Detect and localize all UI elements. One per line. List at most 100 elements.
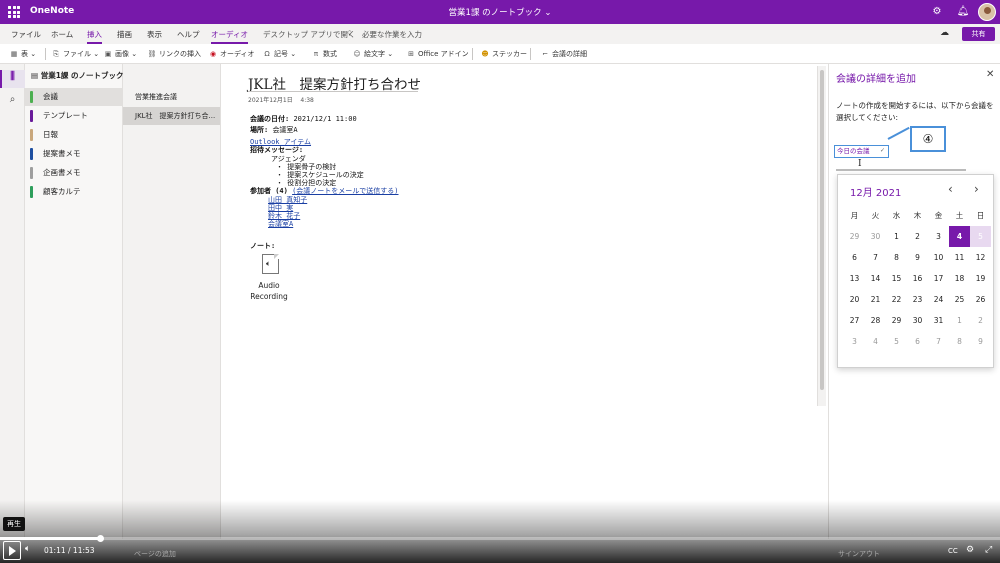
play-button[interactable] (3, 541, 21, 560)
calendar-day[interactable]: 23 (907, 289, 928, 310)
calendar-day[interactable]: 3 (844, 331, 865, 352)
share-button[interactable]: 共有 (962, 27, 995, 41)
calendar-day[interactable]: 5 (970, 226, 991, 247)
note-canvas[interactable] (221, 64, 828, 539)
insert-table-button[interactable]: ▦ 表 ⌄ (9, 49, 36, 59)
calendar-day[interactable]: 27 (844, 310, 865, 331)
insert-link-button[interactable]: ⛓ リンクの挿入 (147, 49, 201, 59)
audio-button[interactable]: ◉ オーディオ (208, 49, 255, 59)
insert-file-button[interactable]: ⎘ ファイル ⌄ (51, 49, 99, 59)
volume-icon[interactable]: 🔈︎ (25, 544, 30, 554)
gear-icon[interactable]: ⚙ (930, 5, 944, 19)
section-templates[interactable]: テンプレート (25, 107, 123, 125)
canvas-scrollbar[interactable] (817, 66, 826, 406)
calendar-day[interactable]: 6 (907, 331, 928, 352)
calendar-day[interactable]: 2 (970, 310, 991, 331)
chevron-right-icon[interactable]: › (974, 182, 979, 196)
tab-draw[interactable]: 描画 (117, 29, 132, 40)
section-customer-records[interactable]: 顧客カルテ (25, 183, 123, 201)
calendar-day[interactable]: 7 (928, 331, 949, 352)
tab-view[interactable]: 表示 (147, 29, 162, 40)
notebook-title[interactable]: 営業1課 のノートブック ⌄ (0, 6, 1000, 18)
settings-icon[interactable]: ⚙ (966, 545, 974, 555)
calendar-day[interactable]: 20 (844, 289, 865, 310)
emoji-button[interactable]: ☺ 絵文字 ⌄ (352, 49, 393, 59)
insert-image-button[interactable]: ▣ 画像 ⌄ (103, 49, 137, 59)
calendar-day[interactable]: 10 (928, 247, 949, 268)
email-notes-link[interactable]: (会議ノートをメールで送信する) (292, 187, 398, 195)
calendar-day[interactable]: 17 (928, 268, 949, 289)
calendar-day[interactable]: 13 (844, 268, 865, 289)
sticker-button[interactable]: ☻ ステッカー (480, 49, 527, 59)
captions-icon[interactable]: CC (948, 547, 958, 555)
meeting-date-dropdown[interactable]: 今日の会議 ✓ (834, 145, 889, 158)
calendar-day[interactable]: 31 (928, 310, 949, 331)
avatar[interactable] (978, 3, 996, 21)
tab-insert[interactable]: 挿入 (87, 29, 102, 44)
calendar-day[interactable]: 7 (865, 247, 886, 268)
fullscreen-icon[interactable]: ⤢ (985, 545, 992, 555)
section-planning-notes[interactable]: 企画書メモ (25, 164, 123, 182)
meeting-location[interactable]: 場所: 会議室A (250, 125, 298, 135)
calendar-day[interactable]: 25 (949, 289, 970, 310)
calendar-day[interactable]: 24 (928, 289, 949, 310)
calendar-month[interactable]: 12月 2021 (850, 184, 901, 199)
page-item[interactable]: 営業推進会議 (123, 88, 220, 106)
calendar-day[interactable]: 14 (865, 268, 886, 289)
calendar-day[interactable]: 3 (928, 226, 949, 247)
calendar-day[interactable]: 8 (949, 331, 970, 352)
calendar-day[interactable]: 9 (907, 247, 928, 268)
calendar-day[interactable]: 22 (886, 289, 907, 310)
notebook-switcher[interactable]: ▤ 営業1課 のノートブック ⌄ (31, 70, 132, 81)
chevron-left-icon[interactable]: ‹ (948, 182, 953, 196)
calendar-day[interactable]: 1 (949, 310, 970, 331)
meeting-datetime[interactable]: 会議の日付: 2021/12/1 11:00 (250, 114, 357, 124)
calendar-day[interactable]: 12 (970, 247, 991, 268)
meeting-details-button[interactable]: ⌐ 会議の詳細 (540, 49, 587, 59)
calendar-day[interactable]: 26 (970, 289, 991, 310)
section-meetings[interactable]: 会議 (25, 88, 123, 106)
calendar-day[interactable]: 4 (949, 226, 970, 247)
tell-me-search[interactable]: 必要な作業を入力 (362, 29, 422, 40)
bell-icon[interactable]: 🔔︎ (956, 5, 970, 19)
calendar-day[interactable]: 21 (865, 289, 886, 310)
page-title[interactable]: JKL社 提案方針打ち合わせ (248, 73, 421, 93)
page-item-selected[interactable]: JKL社 提案方針打ち合... (123, 107, 220, 125)
attendee-link[interactable]: 会議室A (268, 219, 293, 229)
office-addin-button[interactable]: ⊞ Office アドイン (406, 49, 469, 59)
section-proposal-notes[interactable]: 提案書メモ (25, 145, 123, 163)
close-icon[interactable]: ✕ (986, 69, 994, 80)
tab-help[interactable]: ヘルプ (177, 29, 200, 40)
calendar-day[interactable]: 28 (865, 310, 886, 331)
symbol-button[interactable]: Ω 記号 ⌄ (262, 49, 296, 59)
audio-recording-label[interactable]: Audio Recording (244, 280, 294, 302)
calendar-day[interactable]: 6 (844, 247, 865, 268)
tab-file[interactable]: ファイル (11, 29, 41, 40)
calendar-day[interactable]: 2 (907, 226, 928, 247)
calendar-day[interactable]: 9 (970, 331, 991, 352)
notes-label[interactable]: ノート: (250, 241, 275, 251)
calendar-day[interactable]: 16 (907, 268, 928, 289)
equation-button[interactable]: π 数式 (311, 49, 337, 59)
calendar-day[interactable]: 8 (886, 247, 907, 268)
calendar-day[interactable]: 18 (949, 268, 970, 289)
search-icon[interactable]: ⌕ (0, 94, 25, 105)
calendar-day[interactable]: 29 (886, 310, 907, 331)
calendar-day[interactable]: 30 (865, 226, 886, 247)
cloud-icon[interactable]: ☁ (940, 28, 949, 38)
open-desktop-app[interactable]: デスクトップ アプリで開く (263, 29, 355, 40)
calendar-day[interactable]: 15 (886, 268, 907, 289)
tab-home[interactable]: ホーム (51, 29, 73, 40)
notebooks-icon[interactable]: ⫼ (0, 71, 25, 82)
tab-audio[interactable]: オーディオ (211, 29, 248, 44)
calendar-day[interactable]: 19 (970, 268, 991, 289)
calendar-day[interactable]: 4 (865, 331, 886, 352)
calendar-day[interactable]: 30 (907, 310, 928, 331)
calendar-day[interactable]: 1 (886, 226, 907, 247)
weekday-label: 水 (892, 211, 901, 220)
calendar-day[interactable]: 5 (886, 331, 907, 352)
section-daily-report[interactable]: 日報 (25, 126, 123, 144)
calendar-day[interactable]: 29 (844, 226, 865, 247)
audio-file-icon[interactable]: 🔈︎ (262, 254, 279, 274)
calendar-day[interactable]: 11 (949, 247, 970, 268)
